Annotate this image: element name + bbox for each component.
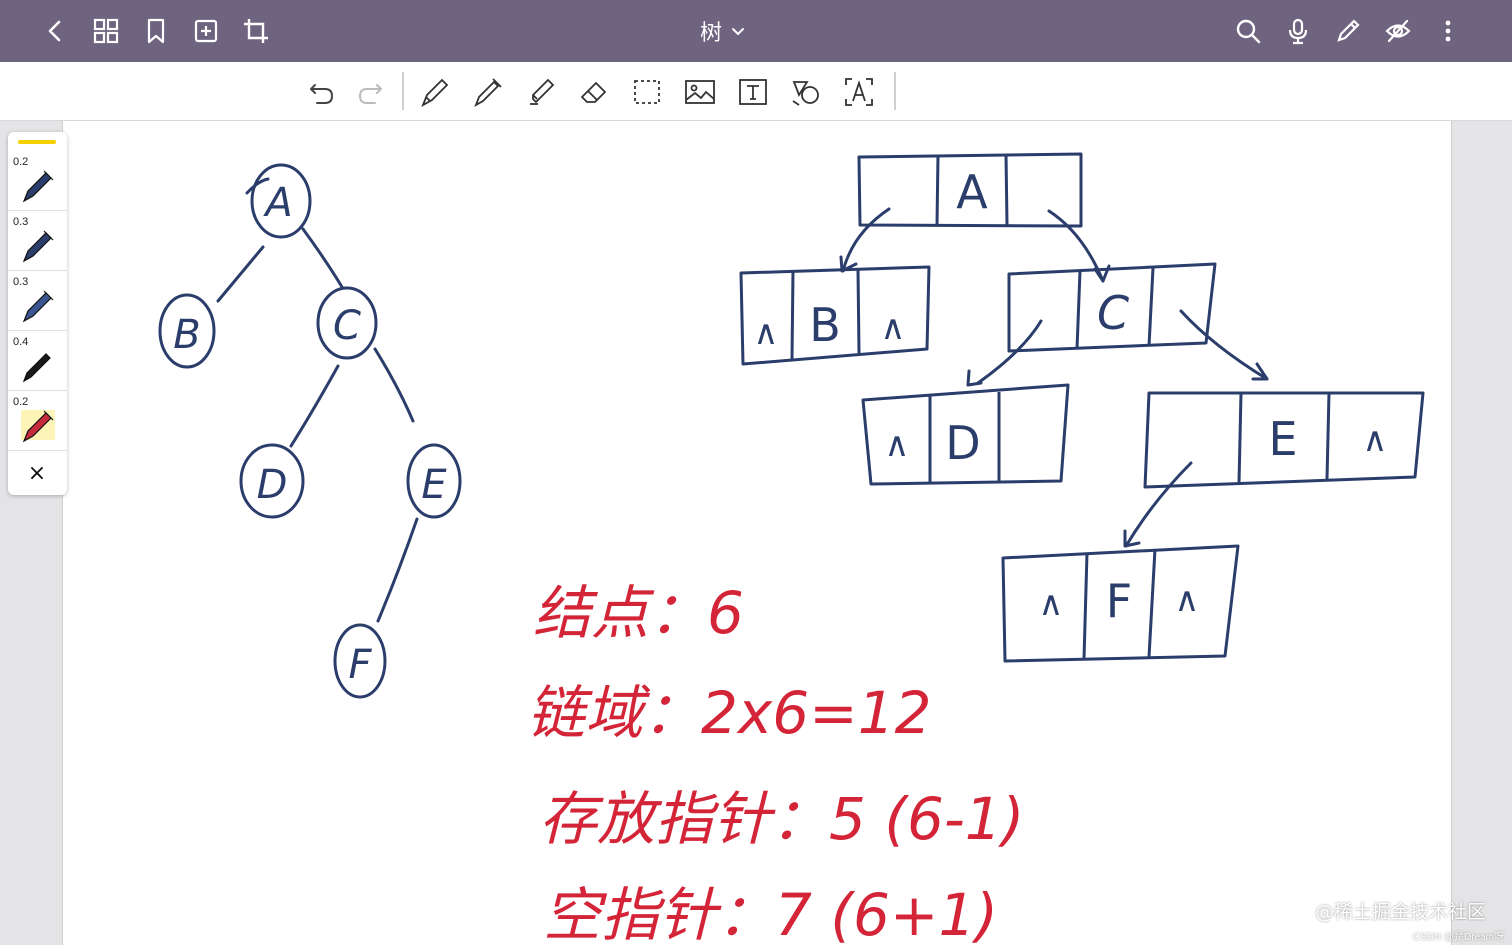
tree-edge: [373, 347, 415, 423]
tree-node-label: A: [262, 180, 292, 226]
lasso-select-icon[interactable]: [627, 72, 667, 112]
redo-icon[interactable]: [350, 72, 390, 112]
pointer-arrow: [1179, 309, 1269, 381]
toolbar-divider: [894, 72, 896, 110]
fountain-pen-icon[interactable]: [415, 72, 455, 112]
hide-icon[interactable]: [1378, 11, 1418, 51]
note-canvas[interactable]: A B C D E F A ∧ B ∧ C ∧ D E ∧ ∧ F ∧ 结点：6…: [62, 121, 1452, 945]
pen-preset-3[interactable]: 0.3: [8, 272, 67, 331]
add-page-icon[interactable]: [186, 11, 226, 51]
ballpoint-pen-icon: [22, 353, 51, 383]
list-node-data: D: [945, 416, 980, 470]
toolbar-divider: [402, 72, 404, 110]
pen-size-label: 0.3: [13, 216, 29, 228]
ballpoint-pen-icon[interactable]: [468, 72, 508, 112]
pen-preset-1[interactable]: 0.2: [8, 152, 67, 211]
list-node-left: ∧: [754, 313, 779, 353]
tree-edge: [376, 517, 419, 623]
highlighter-icon[interactable]: [521, 72, 561, 112]
back-icon[interactable]: [36, 11, 76, 51]
pen-icon[interactable]: [1328, 11, 1368, 51]
text-box-icon[interactable]: [733, 72, 773, 112]
document-title[interactable]: 树: [700, 14, 746, 48]
tree-edge: [301, 227, 344, 289]
list-node-left: ∧: [1039, 584, 1064, 624]
note-line-nodes: 结点：6: [533, 579, 744, 647]
title-bar: 树: [0, 0, 1512, 62]
list-node-data: F: [1106, 574, 1132, 628]
pen-size-label: 0.4: [13, 336, 29, 348]
tree-node-label: E: [421, 462, 447, 508]
close-icon[interactable]: ×: [22, 458, 52, 488]
pen-size-label: 0.2: [13, 156, 29, 168]
shape-icon[interactable]: [786, 72, 826, 112]
tree-edge: [216, 245, 265, 303]
grid-icon[interactable]: [86, 11, 126, 51]
tree-node-label: B: [173, 312, 200, 358]
page-title: 树: [700, 21, 723, 46]
pen-size-label: 0.2: [13, 396, 29, 408]
pointer-arrow: [841, 207, 891, 273]
tree-edge: [289, 364, 340, 448]
more-icon[interactable]: [1428, 11, 1468, 51]
tree-node-label: F: [348, 642, 372, 688]
undo-icon[interactable]: [302, 72, 342, 112]
list-node-data: E: [1268, 412, 1297, 466]
tree-node-label: C: [333, 303, 361, 349]
pen-preset-4[interactable]: 0.4: [8, 332, 67, 391]
chevron-down-icon: [732, 28, 745, 36]
watermark: @稀土掘金技术社区: [1314, 901, 1486, 923]
list-node-right: ∧: [1363, 420, 1388, 460]
list-node-left: ∧: [885, 425, 910, 465]
list-node-right: ∧: [1175, 580, 1200, 620]
note-line-link-fields: 链域：2x6=12: [527, 679, 932, 747]
pen-preset-panel: 0.2 0.3 0.3 0.4 0.2 ×: [8, 132, 67, 495]
microphone-icon[interactable]: [1278, 11, 1318, 51]
search-icon[interactable]: [1228, 11, 1268, 51]
crop-icon[interactable]: [236, 11, 276, 51]
eraser-icon[interactable]: [574, 72, 614, 112]
fountain-pen-icon: [22, 230, 54, 263]
pen-preset-2[interactable]: 0.3: [8, 212, 67, 271]
list-node-data: C: [1097, 286, 1129, 340]
handwriting-layer: A B C D E F A ∧ B ∧ C ∧ D E ∧ ∧ F ∧ 结点：6…: [158, 152, 1425, 945]
image-icon[interactable]: [680, 72, 720, 112]
note-line-null-pointers: 空指针：7 (6+1): [543, 881, 998, 945]
bookmark-icon[interactable]: [136, 11, 176, 51]
pen-preset-5-selected[interactable]: 0.2: [8, 392, 67, 451]
pointer-arrow: [1124, 461, 1193, 548]
drawing-toolbar: [0, 62, 1512, 121]
pointer-arrow: [966, 369, 983, 387]
list-node-data: A: [956, 165, 988, 219]
selected-color-indicator: [18, 140, 56, 144]
watermark-sub: CSDN @是Dream呀: [1412, 932, 1504, 943]
note-line-stored-pointers: 存放指针：5 (6-1): [539, 785, 1024, 853]
list-node-data: B: [809, 298, 841, 352]
ocr-text-icon[interactable]: [839, 72, 879, 112]
list-node-right: ∧: [881, 308, 906, 348]
fountain-pen-icon: [22, 410, 54, 443]
fountain-pen-icon: [22, 290, 54, 323]
tree-node-label: D: [257, 462, 288, 508]
pen-size-label: 0.3: [13, 276, 29, 288]
fountain-pen-icon: [22, 170, 54, 203]
